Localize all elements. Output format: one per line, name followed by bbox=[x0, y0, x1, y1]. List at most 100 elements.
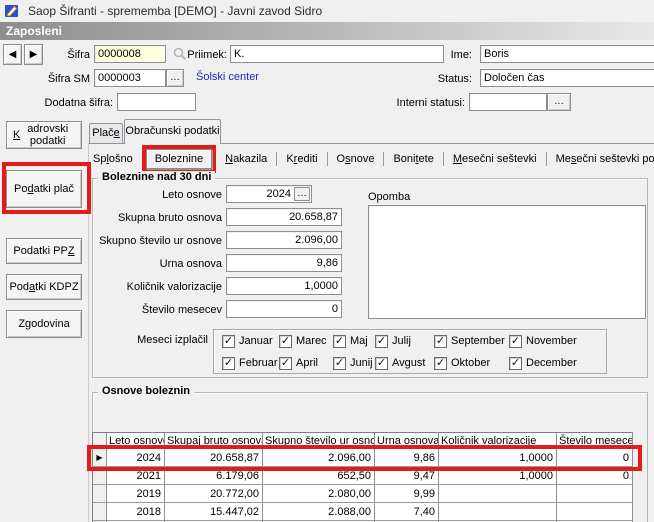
subtab-krediti[interactable]: Krediti bbox=[284, 153, 319, 165]
month-label: April bbox=[296, 357, 319, 369]
col-header-skupaj-bruto-osnova: Skupaj bruto osnova bbox=[165, 433, 263, 449]
checkbox-november[interactable]: ✓ November bbox=[509, 334, 577, 348]
interni-statusi-label: Interni statusi: bbox=[396, 97, 465, 109]
sifra-sm-label: Šifra SM bbox=[47, 73, 90, 85]
table-row-2018[interactable]: 2018 15.447,02 2.088,00 7,40 bbox=[93, 503, 633, 521]
cell bbox=[439, 503, 557, 521]
sifra-sm-lookup-button[interactable]: … bbox=[166, 69, 184, 87]
status-input[interactable]: Določen čas bbox=[480, 69, 654, 87]
checkbox-junij[interactable]: ✓ Junij bbox=[333, 356, 373, 370]
skupna-bruto-osnova-label: Skupna bruto osnova bbox=[118, 212, 222, 224]
table-row-2024[interactable]: ▶ 2024 20.658,87 2.096,00 9,86 1,0000 0 bbox=[93, 449, 633, 467]
col-header-urna-osnova: Urna osnova bbox=[375, 433, 439, 449]
month-label: November bbox=[526, 335, 577, 347]
cell bbox=[557, 485, 633, 503]
tab-place[interactable]: Plače bbox=[89, 123, 123, 143]
col-header-leto-osnove: Leto osnove bbox=[107, 433, 165, 449]
urna-osnova-label: Urna osnova bbox=[159, 258, 222, 270]
subtab-strip: Splošno Boleznine Nakazila Krediti Osnov… bbox=[91, 144, 654, 173]
app-icon bbox=[5, 5, 18, 17]
checkbox-oktober[interactable]: ✓ Oktober bbox=[434, 356, 490, 370]
month-label: September bbox=[451, 335, 505, 347]
cell: 2.096,00 bbox=[263, 449, 375, 467]
checkbox-julij[interactable]: ✓ Julij bbox=[375, 334, 411, 348]
group-boleznine-title: Boleznine nad 30 dni bbox=[98, 171, 216, 183]
cell: 0 bbox=[557, 449, 633, 467]
interni-statusi-lookup-button[interactable]: … bbox=[547, 93, 571, 111]
sifra-sm-input[interactable]: 0000003 bbox=[94, 69, 166, 87]
kolicnik-valorizacije-input[interactable]: 1,0000 bbox=[226, 277, 342, 295]
subtab-splosno[interactable]: Splošno bbox=[91, 153, 135, 165]
sifra-sm-link[interactable]: Šolski center bbox=[196, 71, 259, 83]
cell: 9,86 bbox=[375, 449, 439, 467]
check-icon: ✓ bbox=[509, 356, 522, 370]
skupno-stevilo-ur-input[interactable]: 2.096,00 bbox=[226, 231, 342, 249]
tab-obracunski-podatki[interactable]: Obračunski podatki bbox=[124, 119, 221, 144]
subtab-bonitete[interactable]: Bonitete bbox=[391, 153, 435, 165]
sidebar-button-podatki-ppz[interactable]: Podatki PP Z bbox=[6, 238, 82, 264]
sidebar-button-podatki-kdpz[interactable]: Pod a tki KDPZ bbox=[6, 274, 82, 300]
app-window: Saop Šifranti - sprememba [DEMO] - Javni… bbox=[0, 0, 654, 522]
row-selector-cell bbox=[93, 467, 107, 485]
stevilo-mesecev-input[interactable]: 0 bbox=[226, 300, 342, 318]
table-row-2021[interactable]: 2021 6.179,06 652,50 9,47 1,0000 0 bbox=[93, 467, 633, 485]
col-header-stevilo-mesecev: Število mesecev bbox=[557, 433, 633, 449]
cell: 9,47 bbox=[375, 467, 439, 485]
osnove-boleznin-table: Leto osnove Skupaj bruto osnova Skupno š… bbox=[92, 432, 633, 522]
check-icon: ✓ bbox=[375, 334, 388, 348]
cell: 7,40 bbox=[375, 503, 439, 521]
sidebar-button-zgodovina[interactable]: Zgodovina bbox=[6, 310, 82, 338]
checkbox-januar[interactable]: ✓ Januar bbox=[222, 334, 273, 348]
row-selector-cell bbox=[93, 485, 107, 503]
sifra-input[interactable]: 0000008 bbox=[94, 45, 166, 63]
sidebar-button-kadrovski-podatki[interactable]: Kadrovski podatki bbox=[6, 121, 82, 149]
subtab-osnove[interactable]: Osnove bbox=[335, 153, 377, 165]
subtab-divider bbox=[545, 151, 547, 166]
month-label: Januar bbox=[239, 335, 273, 347]
checkbox-september[interactable]: ✓ September bbox=[434, 334, 505, 348]
interni-statusi-input[interactable] bbox=[469, 93, 547, 111]
table-header-row: Leto osnove Skupaj bruto osnova Skupno š… bbox=[93, 433, 633, 449]
sidebar-button-podatki-plac[interactable]: Po d atki plač bbox=[6, 170, 82, 208]
month-label: Marec bbox=[296, 335, 327, 347]
checkbox-februar[interactable]: ✓ Februar bbox=[222, 356, 278, 370]
cell: 2019 bbox=[107, 485, 165, 503]
checkbox-april[interactable]: ✓ April bbox=[279, 356, 318, 370]
checkbox-avgust[interactable]: ✓ Avgust bbox=[375, 356, 425, 370]
sifra-label: Šifra bbox=[67, 49, 90, 61]
leto-osnove-value: 2024 bbox=[266, 187, 291, 200]
checkbox-marec[interactable]: ✓ Marec bbox=[279, 334, 327, 348]
table-row-2019[interactable]: 2019 20.772,00 2.080,00 9,99 bbox=[93, 485, 633, 503]
prev-record-button[interactable]: ◀ bbox=[3, 44, 22, 65]
skupna-bruto-osnova-input[interactable]: 20.658,87 bbox=[226, 208, 342, 226]
urna-osnova-input[interactable]: 9,86 bbox=[226, 254, 342, 272]
subtab-nakazila[interactable]: Nakazila bbox=[223, 153, 269, 165]
leto-osnove-lookup-button[interactable]: … bbox=[294, 187, 310, 201]
month-label: Avgust bbox=[392, 357, 426, 369]
checkbox-maj[interactable]: ✓ Maj bbox=[333, 334, 368, 348]
check-icon: ✓ bbox=[434, 334, 447, 348]
dodatna-sifra-input[interactable] bbox=[117, 93, 196, 111]
cell: 0 bbox=[557, 467, 633, 485]
cell: 2018 bbox=[107, 503, 165, 521]
month-label: Maj bbox=[350, 335, 368, 347]
ime-input[interactable]: Boris bbox=[480, 45, 654, 63]
subtab-divider bbox=[276, 151, 278, 166]
cell: 9,99 bbox=[375, 485, 439, 503]
priimek-input[interactable]: K. bbox=[230, 45, 444, 63]
cell: 2.088,00 bbox=[263, 503, 375, 521]
dodatna-sifra-label: Dodatna šifra: bbox=[44, 97, 113, 109]
subtab-boleznine[interactable]: Boleznine bbox=[145, 148, 213, 169]
subtab-mesecni-sestevki-po-dm[interactable]: Mesečni seštevki po DM bbox=[554, 153, 654, 165]
opomba-textarea[interactable] bbox=[368, 205, 646, 319]
subtab-mesecni-sestevki[interactable]: Mesečni seštevki bbox=[451, 153, 539, 165]
cell: 2.080,00 bbox=[263, 485, 375, 503]
col-header-skupno-stevilo-ur: Skupno število ur osnove bbox=[263, 433, 375, 449]
leto-osnove-input[interactable]: 2024 … bbox=[226, 185, 312, 203]
cell: 20.658,87 bbox=[165, 449, 263, 467]
form-caption: Zaposleni bbox=[0, 22, 654, 40]
checkbox-december[interactable]: ✓ December bbox=[509, 356, 577, 370]
cell: 15.447,02 bbox=[165, 503, 263, 521]
check-icon: ✓ bbox=[279, 334, 292, 348]
stevilo-mesecev-label: Število mesecev bbox=[141, 304, 222, 316]
